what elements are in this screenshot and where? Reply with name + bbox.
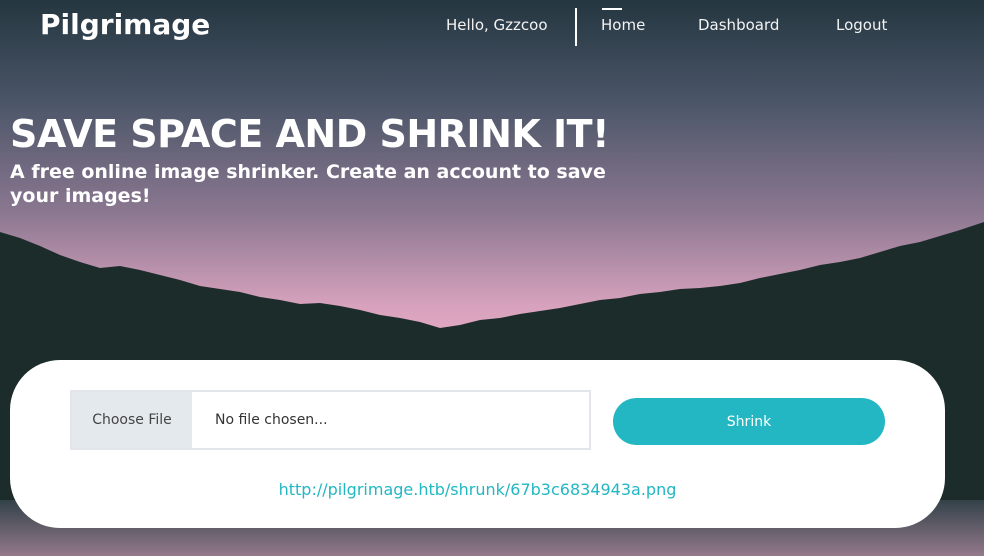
result-link[interactable]: http://pilgrimage.htb/shrunk/67b3c683494… [10,480,945,499]
top-navigation: Hello, Gzzcoo Home Dashboard Logout [0,8,984,46]
shrink-button[interactable]: Shrink [613,398,885,445]
file-name-display: No file chosen... [215,412,328,428]
user-greeting: Hello, Gzzcoo [446,16,548,34]
hero-subtitle: A free online image shrinker. Create an … [10,161,606,207]
choose-file-button[interactable]: Choose File [72,392,192,448]
hero-title: SAVE SPACE AND SHRINK IT! [10,112,609,156]
nav-logout-link[interactable]: Logout [836,16,887,34]
upload-card: Choose File No file chosen... Shrink htt… [10,360,945,528]
active-indicator [602,8,622,10]
nav-divider [575,8,577,46]
nav-dashboard-link[interactable]: Dashboard [698,16,779,34]
file-input[interactable]: Choose File No file chosen... [70,390,591,450]
nav-home-link[interactable]: Home [601,16,645,34]
